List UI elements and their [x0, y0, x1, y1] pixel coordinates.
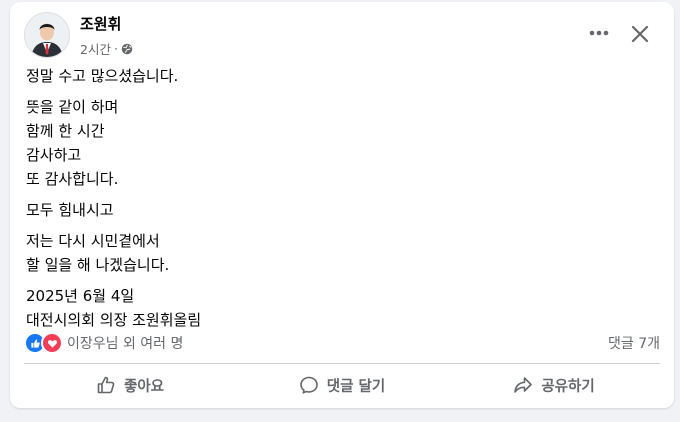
post-time[interactable]: 2시간 — [80, 39, 111, 58]
post-line: 2025년 6월 4일 — [26, 287, 135, 305]
post-meta: 2시간 · — [80, 39, 133, 58]
post-line: 또 감사합니다. — [26, 170, 119, 188]
comment-icon — [299, 376, 318, 394]
more-icon — [589, 30, 609, 36]
reactions-summary[interactable]: 이장우님 외 여러 명 — [24, 332, 183, 354]
like-label: 좋아요 — [123, 378, 165, 395]
like-button[interactable]: 좋아요 — [24, 366, 236, 404]
author-name[interactable]: 조원휘 — [80, 13, 121, 34]
avatar[interactable] — [24, 12, 70, 58]
post-line: 할 일을 해 나겠습니다. — [26, 256, 170, 274]
post-paragraph: 2025년 6월 4일 대전시의회 의장 조원휘올림 — [26, 284, 656, 332]
post-line: 정말 수고 많으셨습니다. — [26, 67, 179, 85]
post-card: 조원휘 2시간 · 정말 수고 많으셨습니다. 뜻을 같이 하며 함께 한 시간 — [10, 2, 674, 408]
thumbs-up-icon — [97, 376, 115, 394]
post-line: 감사하고 — [26, 146, 82, 164]
comment-count[interactable]: 댓글 7개 — [608, 333, 660, 353]
profile-photo — [25, 13, 69, 57]
share-label: 공유하기 — [541, 378, 595, 395]
more-options-button[interactable] — [588, 24, 610, 42]
reaction-names: 이장우님 외 여러 명 — [67, 336, 184, 352]
divider — [24, 363, 660, 364]
post-body: 정말 수고 많으셨습니다. 뜻을 같이 하며 함께 한 시간 감사하고 또 감사… — [26, 64, 656, 339]
post-paragraph: 저는 다시 시민곁에서 할 일을 해 나겠습니다. — [26, 229, 656, 277]
comment-label: 댓글 달기 — [326, 378, 386, 395]
post-paragraph: 정말 수고 많으셨습니다. — [26, 64, 656, 88]
post-paragraph: 모두 힘내시고 — [26, 198, 656, 222]
post-line: 대전시의회 의장 조원휘올림 — [26, 311, 202, 329]
post-paragraph: 뜻을 같이 하며 함께 한 시간 감사하고 또 감사합니다. — [26, 95, 656, 191]
close-button[interactable] — [626, 20, 654, 48]
post-line: 모두 힘내시고 — [26, 201, 114, 219]
post-line: 뜻을 같이 하며 — [26, 98, 119, 116]
share-button[interactable]: 공유하기 — [448, 366, 660, 404]
globe-icon[interactable] — [121, 43, 133, 55]
close-icon — [631, 25, 649, 43]
comment-button[interactable]: 댓글 달기 — [236, 366, 448, 404]
meta-separator: · — [113, 41, 118, 56]
post-line: 함께 한 시간 — [26, 122, 105, 140]
action-bar: 좋아요 댓글 달기 공유하기 — [24, 366, 660, 404]
love-icon — [41, 332, 63, 354]
share-icon — [514, 377, 533, 393]
post-line: 저는 다시 시민곁에서 — [26, 232, 160, 250]
